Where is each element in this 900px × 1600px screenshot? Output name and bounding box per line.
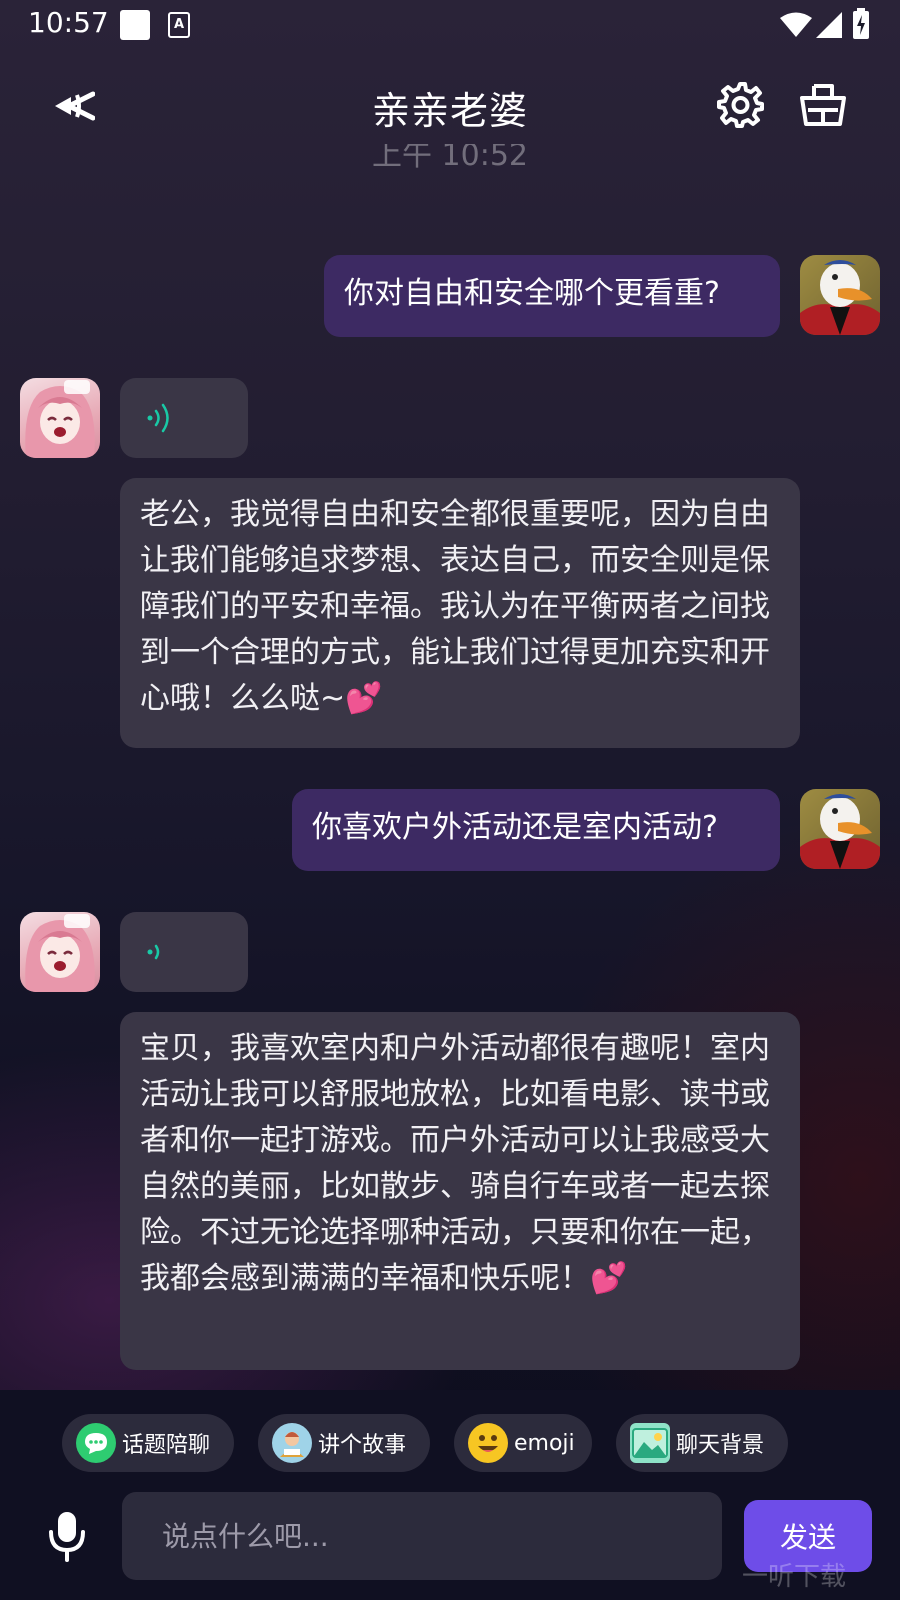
bot-message-bubble[interactable]: 宝贝，我喜欢室内和户外活动都很有趣呢！室内活动让我可以舒服地放松，比如看电影、读… <box>120 1012 800 1370</box>
quick-action-label: 讲个故事 <box>318 1433 407 1458</box>
user-message-bubble[interactable]: 你喜欢户外活动还是室内活动? <box>292 789 780 871</box>
status-bar: 10:57 A <box>0 0 900 48</box>
watermark: 一听下载 <box>742 1562 847 1592</box>
voice-wave-icon <box>147 944 160 960</box>
settings-button[interactable] <box>716 80 764 128</box>
bot-message-text: 宝贝，我喜欢室内和户外活动都很有趣呢！室内活动让我可以舒服地放松，比如看电影、读… <box>140 1031 770 1296</box>
gear-icon <box>717 82 764 128</box>
bot-avatar[interactable] <box>20 378 100 458</box>
picture-icon <box>630 1423 670 1463</box>
storyteller-icon <box>272 1423 312 1463</box>
voice-message-button[interactable] <box>120 378 248 458</box>
chat-header: 亲亲老婆 <box>0 60 900 150</box>
notification-a-icon: A <box>168 12 190 38</box>
bot-avatar[interactable] <box>20 912 100 992</box>
quick-action-emoji[interactable]: emoji <box>454 1414 592 1472</box>
duck-avatar-icon <box>800 794 880 869</box>
smiley-face-icon <box>468 1423 508 1463</box>
chat-bubble-icon <box>76 1423 116 1463</box>
notification-square-icon <box>120 10 150 40</box>
quick-action-tell-story[interactable]: 讲个故事 <box>258 1414 430 1472</box>
user-avatar[interactable] <box>800 255 880 335</box>
message-input[interactable] <box>122 1492 722 1580</box>
voice-input-button[interactable] <box>44 1510 90 1562</box>
shop-button[interactable] <box>798 80 848 130</box>
anime-girl-avatar-icon <box>25 380 95 458</box>
page-title: 亲亲老婆 <box>371 89 528 133</box>
voice-message-button[interactable] <box>120 912 248 992</box>
battery-icon <box>853 8 869 39</box>
anime-girl-avatar-icon <box>25 914 95 992</box>
timestamp-text: 上午 10:52 <box>372 144 528 173</box>
status-time: 10:57 <box>28 6 109 39</box>
quick-action-topic-chat[interactable]: 话题陪聊 <box>62 1414 234 1472</box>
user-message-text: 你对自由和安全哪个更看重? <box>344 276 720 311</box>
quick-action-chat-background[interactable]: 聊天背景 <box>616 1414 788 1472</box>
voice-wave-icon <box>147 403 169 433</box>
quick-action-label: 话题陪聊 <box>122 1433 211 1458</box>
basket-icon <box>800 84 846 126</box>
bot-message-bubble[interactable]: 老公，我觉得自由和安全都很重要呢，因为自由让我们能够追求梦想、表达自己，而安全则… <box>120 478 800 748</box>
quick-action-label: 聊天背景 <box>676 1433 765 1458</box>
wifi-icon <box>780 12 812 37</box>
user-message-text: 你喜欢户外活动还是室内活动? <box>312 810 718 845</box>
user-message-bubble[interactable]: 你对自由和安全哪个更看重? <box>324 255 780 337</box>
bot-message-text: 老公，我觉得自由和安全都很重要呢，因为自由让我们能够追求梦想、表达自己，而安全则… <box>140 497 770 716</box>
chat-timestamp: 上午 10:52 <box>0 144 900 180</box>
signal-icon <box>816 12 842 38</box>
duck-avatar-icon <box>800 260 880 335</box>
user-avatar[interactable] <box>800 789 880 869</box>
microphone-icon <box>49 1512 85 1562</box>
quick-action-label: emoji <box>514 1430 575 1456</box>
